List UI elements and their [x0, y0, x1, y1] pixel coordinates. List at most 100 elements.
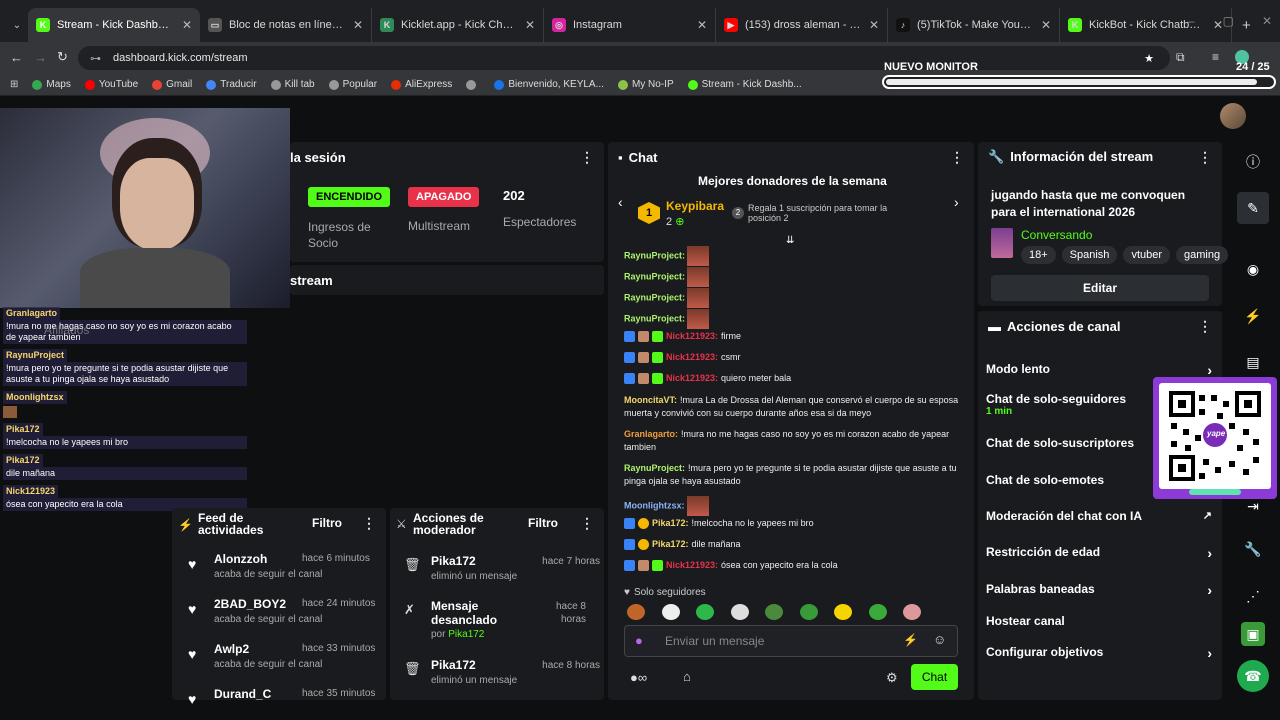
close-window-icon[interactable]: ✕: [1262, 14, 1272, 28]
quick-emote-icon[interactable]: [627, 604, 645, 620]
browser-tab[interactable]: ♪ (5)TikTok - Make Your Day ✕: [888, 8, 1060, 42]
bookmark-item[interactable]: AliExpress: [391, 79, 452, 90]
quick-emote-icon[interactable]: [799, 604, 818, 620]
chat-username[interactable]: RaynuProject:: [624, 292, 685, 302]
chat-send-button[interactable]: Chat: [911, 664, 958, 690]
bookmark-item[interactable]: Popular: [328, 79, 377, 90]
tab-close-icon[interactable]: ✕: [525, 18, 535, 32]
chat-username[interactable]: Nick121923:: [666, 560, 718, 570]
chat-username[interactable]: Granlagarto:: [624, 429, 678, 439]
media-icon[interactable]: ≡: [1212, 50, 1219, 64]
channel-actions-menu-icon[interactable]: ⋮: [1198, 318, 1212, 335]
chat-username[interactable]: Moonlightzsx:: [624, 500, 685, 510]
encendido-badge[interactable]: ENCENDIDO: [308, 187, 391, 207]
mic-icon[interactable]: ●: [635, 633, 643, 648]
channel-action-row[interactable]: Palabras baneadas ›: [986, 582, 1212, 598]
export-icon[interactable]: ⇥: [1237, 490, 1269, 522]
url-field[interactable]: ⊶ dashboard.kick.com/stream ★: [78, 46, 1170, 70]
store-icon[interactable]: ⌂: [683, 669, 691, 684]
share-icon[interactable]: ⋰: [1237, 580, 1269, 612]
quick-emote-icon[interactable]: [903, 604, 921, 620]
donors-next-icon[interactable]: ›: [954, 194, 959, 210]
bookmark-item[interactable]: [466, 79, 480, 90]
bookmark-item[interactable]: My No-IP: [617, 79, 674, 90]
activity-user[interactable]: Alonzzoh: [214, 552, 267, 566]
mod-action-subject[interactable]: Pika172: [431, 554, 511, 568]
channel-action-row[interactable]: Restricción de edad ›: [986, 545, 1212, 561]
chat-username[interactable]: Pika172:: [652, 539, 689, 549]
category-thumbnail[interactable]: [991, 228, 1013, 258]
lightning-icon[interactable]: ⚡: [1237, 300, 1269, 332]
mod-action-subject[interactable]: Pika172: [431, 658, 511, 672]
chat-username[interactable]: RaynuProject:: [624, 271, 685, 281]
channel-action-row[interactable]: Configurar objetivos ›: [986, 645, 1212, 661]
quick-emote-icon[interactable]: [765, 604, 783, 620]
app-icon[interactable]: ▣: [1241, 622, 1265, 646]
bookmark-item[interactable]: Gmail: [152, 79, 192, 90]
apps-icon[interactable]: ⊞: [10, 79, 18, 90]
quick-emote-icon[interactable]: [834, 604, 852, 620]
browser-tab[interactable]: K Stream - Kick Dashboard ✕: [28, 8, 200, 42]
activity-user[interactable]: Awlp2: [214, 642, 249, 656]
points-icon[interactable]: ●∞: [630, 670, 647, 685]
chat-username[interactable]: Nick121923:: [666, 331, 718, 341]
stream-tag[interactable]: 18+: [1021, 246, 1056, 264]
chat-username[interactable]: Nick121923:: [666, 373, 718, 383]
edit-button[interactable]: Editar: [991, 275, 1209, 301]
emoji-icon[interactable]: ☺: [933, 632, 946, 647]
activity-menu-icon[interactable]: ⋮: [362, 515, 376, 532]
reload-icon[interactable]: ↻: [57, 49, 68, 65]
pencil-icon[interactable]: ✎: [1237, 192, 1269, 224]
chat-username[interactable]: RaynuProject:: [624, 250, 685, 260]
camera-icon[interactable]: ◉: [1237, 253, 1269, 285]
site-info-icon[interactable]: ⊶: [90, 52, 101, 65]
tab-close-icon[interactable]: ✕: [869, 18, 879, 32]
channel-action-row[interactable]: Moderación del chat con IA ↗: [986, 509, 1212, 523]
chat-username[interactable]: Pika172:: [652, 518, 689, 528]
maximize-icon[interactable]: ▢: [1223, 14, 1234, 28]
notes-icon[interactable]: ▤: [1237, 346, 1269, 378]
activity-user[interactable]: Durand_C: [214, 687, 271, 701]
bookmark-item[interactable]: Kill tab: [270, 79, 315, 90]
chat-settings-icon[interactable]: ⚙: [886, 670, 898, 686]
bookmark-item[interactable]: Maps: [32, 79, 71, 90]
activity-user[interactable]: 2BAD_BOY2: [214, 597, 286, 611]
session-menu-icon[interactable]: ⋮: [580, 149, 594, 166]
tab-close-icon[interactable]: ✕: [353, 18, 363, 32]
chat-input[interactable]: ● Enviar un mensaje ⚡ ☺: [624, 625, 958, 657]
mod-menu-icon[interactable]: ⋮: [580, 515, 594, 532]
back-icon[interactable]: ←: [10, 50, 23, 65]
support-icon[interactable]: ☎: [1237, 660, 1269, 692]
category-name[interactable]: Conversando: [1021, 228, 1092, 242]
browser-tab[interactable]: ▶ (153) dross aleman - YouTube ✕: [716, 8, 888, 42]
stream-tag[interactable]: Spanish: [1061, 246, 1118, 264]
bookmark-star-icon[interactable]: ★: [1144, 52, 1154, 65]
quick-emote-icon[interactable]: [730, 604, 749, 620]
tools-icon[interactable]: 🔧: [1237, 533, 1269, 565]
bookmark-item[interactable]: Stream - Kick Dashb...: [687, 79, 802, 90]
quick-emote-icon[interactable]: [868, 604, 887, 620]
browser-tab[interactable]: ▭ Bloc de notas en línea - Toma y... ✕: [200, 8, 372, 42]
forward-icon[interactable]: →: [34, 50, 47, 65]
chat-username[interactable]: MooncitaVT:: [624, 395, 677, 405]
bookmark-item[interactable]: YouTube: [84, 79, 138, 90]
activity-filter-button[interactable]: Filtro: [312, 516, 342, 530]
quick-emote-icon[interactable]: [661, 604, 680, 620]
info-icon[interactable]: ⓘ: [1237, 146, 1269, 178]
user-avatar[interactable]: [1220, 103, 1246, 129]
donors-prev-icon[interactable]: ‹: [618, 194, 623, 210]
stream-tag[interactable]: gaming: [1176, 246, 1229, 264]
extensions-icon[interactable]: ⧉: [1176, 50, 1185, 65]
tab-search-icon[interactable]: ⌄: [6, 8, 28, 42]
quick-emote-icon[interactable]: [696, 604, 714, 620]
chat-username[interactable]: RaynuProject:: [624, 463, 685, 473]
bookmark-item[interactable]: Traducir: [206, 79, 257, 90]
scroll-down-icon[interactable]: ⇊: [786, 235, 794, 246]
top-donor-name[interactable]: Keypibara: [666, 199, 724, 213]
browser-tab[interactable]: K Kicklet.app - Kick Chatbot and L... ✕: [372, 8, 544, 42]
stream-info-menu-icon[interactable]: ⋮: [1198, 149, 1212, 166]
chat-username[interactable]: RaynuProject:: [624, 313, 685, 323]
browser-tab[interactable]: ◎ Instagram ✕: [544, 8, 716, 42]
channel-action-row[interactable]: Modo lento ›: [986, 362, 1212, 378]
stream-tag[interactable]: vtuber: [1123, 246, 1171, 264]
